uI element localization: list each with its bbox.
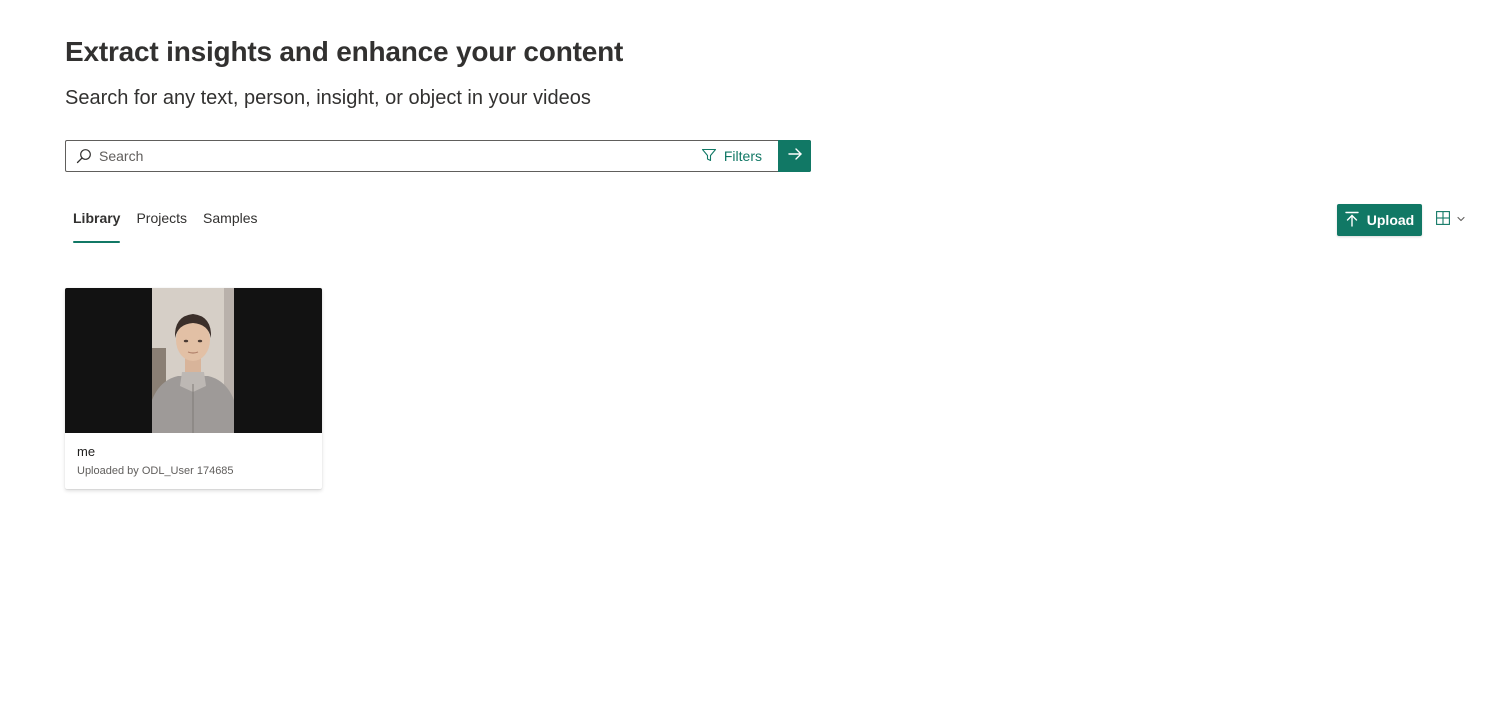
video-thumbnail[interactable]	[65, 288, 322, 433]
tab-samples[interactable]: Samples	[203, 210, 257, 243]
tab-library[interactable]: Library	[73, 210, 121, 243]
search-submit-button[interactable]	[778, 140, 811, 172]
search-input[interactable]	[94, 141, 691, 171]
library-tabs: Library Projects Samples	[73, 210, 258, 243]
page-title: Extract insights and enhance your conten…	[65, 36, 624, 67]
upload-icon	[1345, 211, 1359, 230]
video-indexer-home: Extract insights and enhance your conten…	[0, 0, 1512, 723]
view-mode-dropdown[interactable]	[1436, 210, 1466, 230]
chevron-down-icon	[1456, 211, 1466, 229]
video-uploader: Uploaded by ODL_User 174685	[77, 465, 234, 477]
grid-view-icon	[1436, 210, 1450, 230]
video-card[interactable]: me Uploaded by ODL_User 174685	[65, 288, 322, 489]
upload-label: Upload	[1366, 212, 1415, 228]
filter-icon	[701, 147, 717, 166]
filters-button[interactable]: Filters	[691, 141, 778, 171]
search-bar: Filters	[65, 140, 811, 172]
upload-button[interactable]: Upload	[1337, 204, 1422, 236]
search-icon	[74, 146, 94, 166]
filters-label: Filters	[723, 148, 762, 164]
video-title[interactable]: me	[77, 444, 95, 459]
page-subtitle: Search for any text, person, insight, or…	[65, 87, 591, 109]
tab-projects[interactable]: Projects	[136, 210, 187, 243]
arrow-right-icon	[787, 146, 803, 167]
video-thumbnail-frame	[152, 288, 234, 433]
